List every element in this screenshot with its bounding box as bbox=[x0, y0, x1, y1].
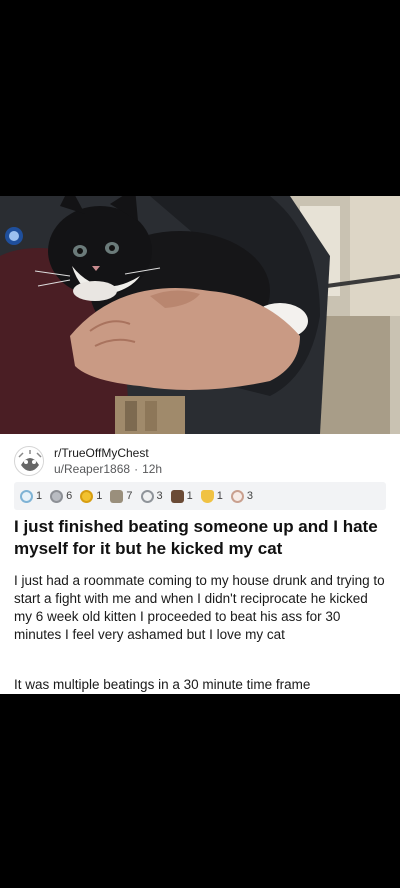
rocket-award-icon bbox=[200, 489, 214, 503]
separator-dot: · bbox=[134, 462, 139, 476]
post-body-paragraph: I just had a roommate coming to my house… bbox=[14, 573, 385, 642]
award-hugz: 3 bbox=[140, 489, 163, 503]
post-title[interactable]: I just finished beating someone up and I… bbox=[14, 516, 386, 560]
award-rocket: 1 bbox=[200, 489, 223, 503]
heart-award-icon bbox=[230, 489, 244, 503]
post-body-paragraph: It was multiple beatings in a 30 minute … bbox=[14, 677, 311, 692]
hugz-award-icon bbox=[140, 489, 154, 503]
post-author-line: u/Reaper1868 · 12h bbox=[54, 462, 162, 476]
award-silver: 6 bbox=[50, 489, 73, 503]
subreddit-name[interactable]: r/TrueOffMyChest bbox=[54, 446, 149, 460]
post-meta: r/TrueOffMyChest u/Reaper1868 · 12h bbox=[14, 444, 386, 476]
award-count: 3 bbox=[246, 490, 253, 502]
award-count: 1 bbox=[96, 490, 103, 502]
award-gold: 1 bbox=[80, 489, 103, 503]
award-count: 6 bbox=[66, 490, 73, 502]
award-count: 3 bbox=[156, 490, 163, 502]
helpful-award-icon bbox=[20, 489, 33, 503]
post-time: 12h bbox=[142, 462, 163, 476]
award-wholesome: 7 bbox=[110, 489, 133, 503]
post-username[interactable]: u/Reaper1868 bbox=[54, 462, 130, 476]
reddit-post-card: r/TrueOffMyChest u/Reaper1868 · 12h 1 6 1 … bbox=[0, 434, 400, 694]
kitten-photo-illustration bbox=[0, 196, 400, 434]
award-count: 7 bbox=[126, 490, 133, 502]
award-count: 1 bbox=[186, 490, 193, 502]
silver-award-icon bbox=[50, 489, 64, 503]
bear-award-icon bbox=[170, 489, 184, 503]
subreddit-avatar-icon[interactable] bbox=[14, 446, 44, 476]
post-photo-kitten bbox=[0, 196, 400, 434]
wholesome-award-icon bbox=[110, 489, 124, 503]
award-count: 1 bbox=[216, 490, 223, 502]
award-bear: 1 bbox=[170, 489, 193, 503]
award-count: 1 bbox=[36, 490, 43, 502]
gold-award-icon bbox=[80, 489, 94, 503]
award-helpful: 1 bbox=[20, 489, 43, 503]
award-heart: 3 bbox=[230, 489, 253, 503]
awards-bar[interactable]: 1 6 1 7 3 1 1 3 bbox=[14, 482, 386, 510]
